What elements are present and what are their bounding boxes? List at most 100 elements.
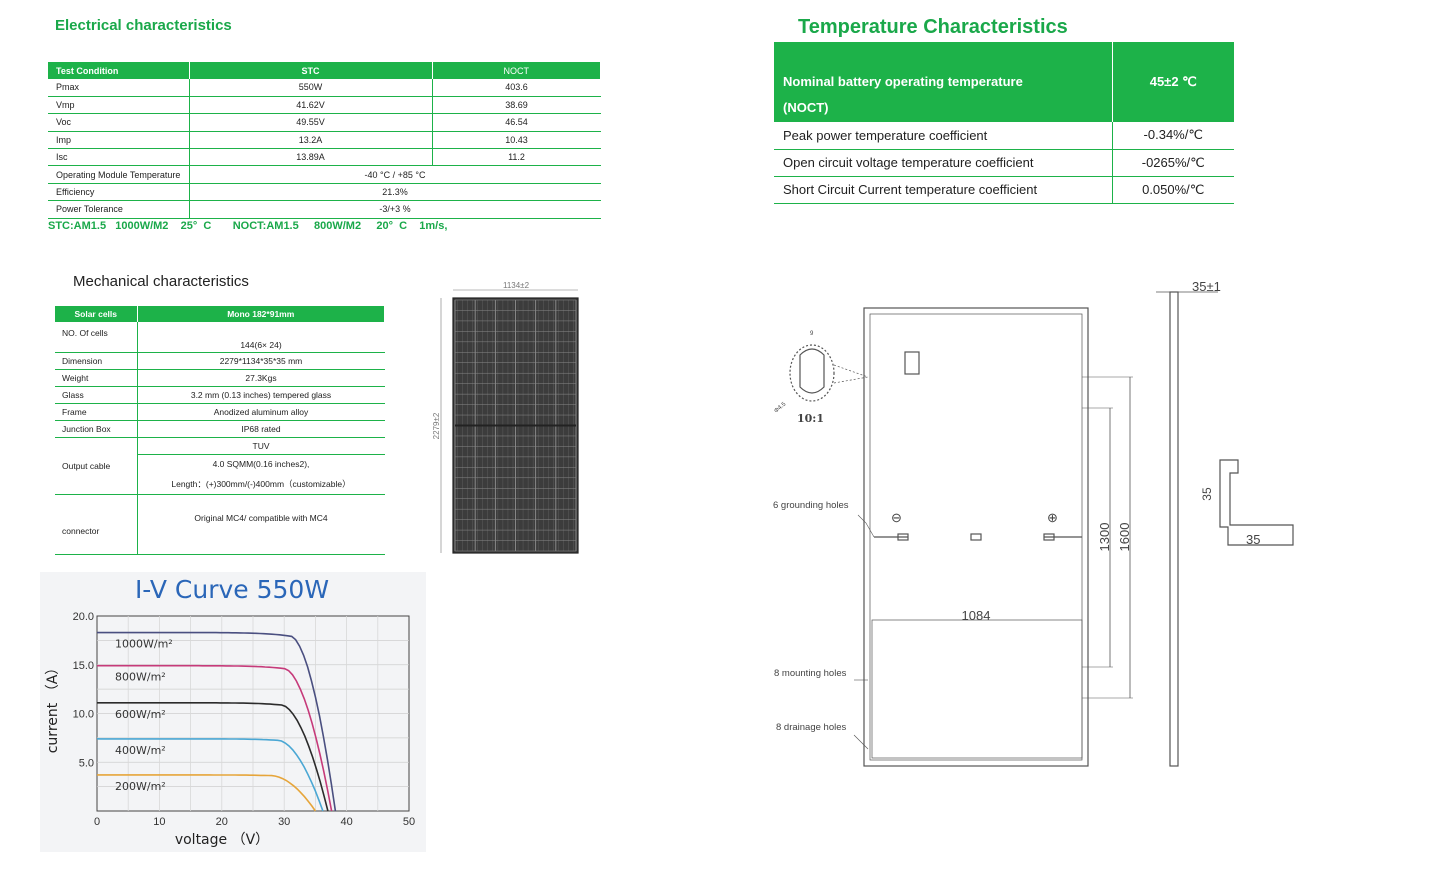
thickness-label: 35±1 xyxy=(1192,279,1221,294)
table-row: Pmax 550W 403.6 xyxy=(48,79,601,97)
drainage-holes-label: 8 drainage holes xyxy=(776,722,846,733)
noct-value: 46.54 xyxy=(432,113,601,132)
col-solar-cells: Solar cells xyxy=(55,306,138,322)
drainage-leader xyxy=(853,734,869,750)
noct-label: Nominal battery operating temperature (N… xyxy=(774,42,1113,122)
cable-length: Length：(+)300mm/(-)400mm（customizable） xyxy=(137,474,385,495)
param-label: Voc xyxy=(48,113,190,132)
dim-1600-label: 1600 xyxy=(1117,523,1132,552)
glass-value: 3.2 mm (0.13 inches) tempered glass xyxy=(137,386,385,404)
dimension-value: 2279*1134*35*35 mm xyxy=(137,352,385,370)
x-axis-label: voltage （V） xyxy=(175,832,269,848)
x-tick-label: 10 xyxy=(153,816,165,828)
table-row: Open circuit voltage temperature coeffic… xyxy=(774,149,1234,177)
detail-hole-label: Φ4.5 xyxy=(773,401,787,414)
x-tick-label: 20 xyxy=(216,816,228,828)
x-tick-label: 30 xyxy=(278,816,290,828)
panel-height-label: 2279±2 xyxy=(432,412,441,439)
y-tick-label: 5.0 xyxy=(79,757,94,769)
detail-scale-label: 10:1 xyxy=(797,412,824,425)
merged-value: -3/+3 % xyxy=(189,200,601,219)
chart-title: I-V Curve 550W xyxy=(135,575,329,604)
y-axis-label: current （A） xyxy=(45,661,61,754)
x-tick-label: 50 xyxy=(403,816,415,828)
param-label: Operating Module Temperature xyxy=(48,165,190,184)
table-row: Vmp 41.62V 38.69 xyxy=(48,96,601,115)
noct-value: 45±2 ℃ xyxy=(1112,42,1234,122)
coef-label: Peak power temperature coefficient xyxy=(774,122,1113,150)
mounting-holes-label: 8 mounting holes xyxy=(774,668,847,679)
panel-width-label: 1134±2 xyxy=(503,281,530,290)
table-row: Glass 3.2 mm (0.13 inches) tempered glass xyxy=(55,386,385,404)
connector-label: connector xyxy=(55,494,138,555)
stc-value: 13.89A xyxy=(189,148,433,167)
glass-label: Glass xyxy=(55,386,138,404)
coef-value: -0265%/℃ xyxy=(1112,149,1234,177)
electrical-title: Electrical characteristics xyxy=(55,17,232,34)
coef-label: Open circuit voltage temperature coeffic… xyxy=(774,149,1113,177)
jbox-value: IP68 rated xyxy=(137,420,385,438)
col-stc: STC xyxy=(189,62,433,79)
weight-label: Weight xyxy=(55,369,138,387)
series-label: 200W/m² xyxy=(115,780,166,793)
table-row: Short Circuit Current temperature coeffi… xyxy=(774,176,1234,204)
width-1084-label: 1084 xyxy=(962,608,991,623)
mechanical-title: Mechanical characteristics xyxy=(73,273,249,290)
minus-icon: ⊖ xyxy=(891,510,902,525)
cable-label: Output cable xyxy=(55,437,138,495)
hole-detail-icon xyxy=(799,348,825,394)
coef-label: Short Circuit Current temperature coeffi… xyxy=(774,176,1113,204)
stc-value: 13.2A xyxy=(189,131,433,150)
lower-panel xyxy=(871,619,1083,759)
profile-width-label: 35 xyxy=(1246,532,1260,547)
table-row: Isc 13.89A 11.2 xyxy=(48,148,601,167)
grounding-holes-label: 6 grounding holes xyxy=(773,500,849,511)
merged-value: -40 °C / +85 °C xyxy=(189,165,601,184)
table-header-row: Solar cells Mono 182*91mm xyxy=(55,306,385,322)
series-label: 800W/m² xyxy=(115,671,166,684)
table-row: Junction Box IP68 rated xyxy=(55,420,385,438)
detail-leader xyxy=(833,364,869,378)
y-tick-label: 20.0 xyxy=(73,611,94,623)
param-label: Vmp xyxy=(48,96,190,115)
cable-cert: TUV xyxy=(137,437,385,455)
plus-icon: ⊕ xyxy=(1047,510,1058,525)
table-row: Voc 49.55V 46.54 xyxy=(48,113,601,132)
table-header-row: Test Condition STC NOCT xyxy=(48,62,601,79)
table-row: Frame Anodized aluminum alloy xyxy=(55,403,385,421)
cable-size: 4.0 SQMM(0.16 inches2), xyxy=(212,459,310,470)
coef-value: -0.34%/℃ xyxy=(1112,122,1234,150)
param-label: Power Tolerance xyxy=(48,200,190,219)
middle-connector-icon xyxy=(970,533,982,541)
param-label: Isc xyxy=(48,148,190,167)
noct-value: 11.2 xyxy=(432,148,601,167)
table-row: Output cable TUV xyxy=(55,437,385,495)
table-row: Imp 13.2A 10.43 xyxy=(48,131,601,150)
stc-value: 550W xyxy=(189,79,433,97)
param-label: Pmax xyxy=(48,79,190,97)
dim-1300-label: 1300 xyxy=(1097,523,1112,552)
grounding-leader xyxy=(857,514,875,538)
x-tick-label: 40 xyxy=(340,816,352,828)
electrical-table: Test Condition STC NOCT Pmax 550W 403.6 Vm… xyxy=(48,62,601,219)
frame-label: Frame xyxy=(55,403,138,421)
param-label: Imp xyxy=(48,131,190,150)
table-row: Operating Module Temperature -40 °C / +85… xyxy=(48,165,601,184)
stc-value: 49.55V xyxy=(189,113,433,132)
y-tick-label: 10.0 xyxy=(73,709,94,721)
detail-dim-label: 9 xyxy=(810,331,814,337)
detail-leader xyxy=(833,376,869,384)
cells-label: NO. Of cells xyxy=(55,322,138,353)
col-cell-type: Mono 182*91mm xyxy=(137,306,385,322)
noct-label-line2: (NOCT) xyxy=(783,100,829,115)
col-noct: NOCT xyxy=(432,62,601,79)
cells-value: 144(6× 24) xyxy=(137,322,385,353)
noct-value: 10.43 xyxy=(432,131,601,150)
table-row: NO. Of cells 144(6× 24) xyxy=(55,322,385,353)
merged-value: 21.3% xyxy=(189,183,601,202)
temperature-title: Temperature Characteristics xyxy=(798,16,1068,38)
iv-curve-chart: I-V Curve 550W 1000W/m² 800W/m² 600W/m² 400… xyxy=(40,572,426,852)
y-tick-label: 15.0 xyxy=(73,660,94,672)
stc-value: 41.62V xyxy=(189,96,433,115)
weight-value: 27.3Kgs xyxy=(137,369,385,387)
